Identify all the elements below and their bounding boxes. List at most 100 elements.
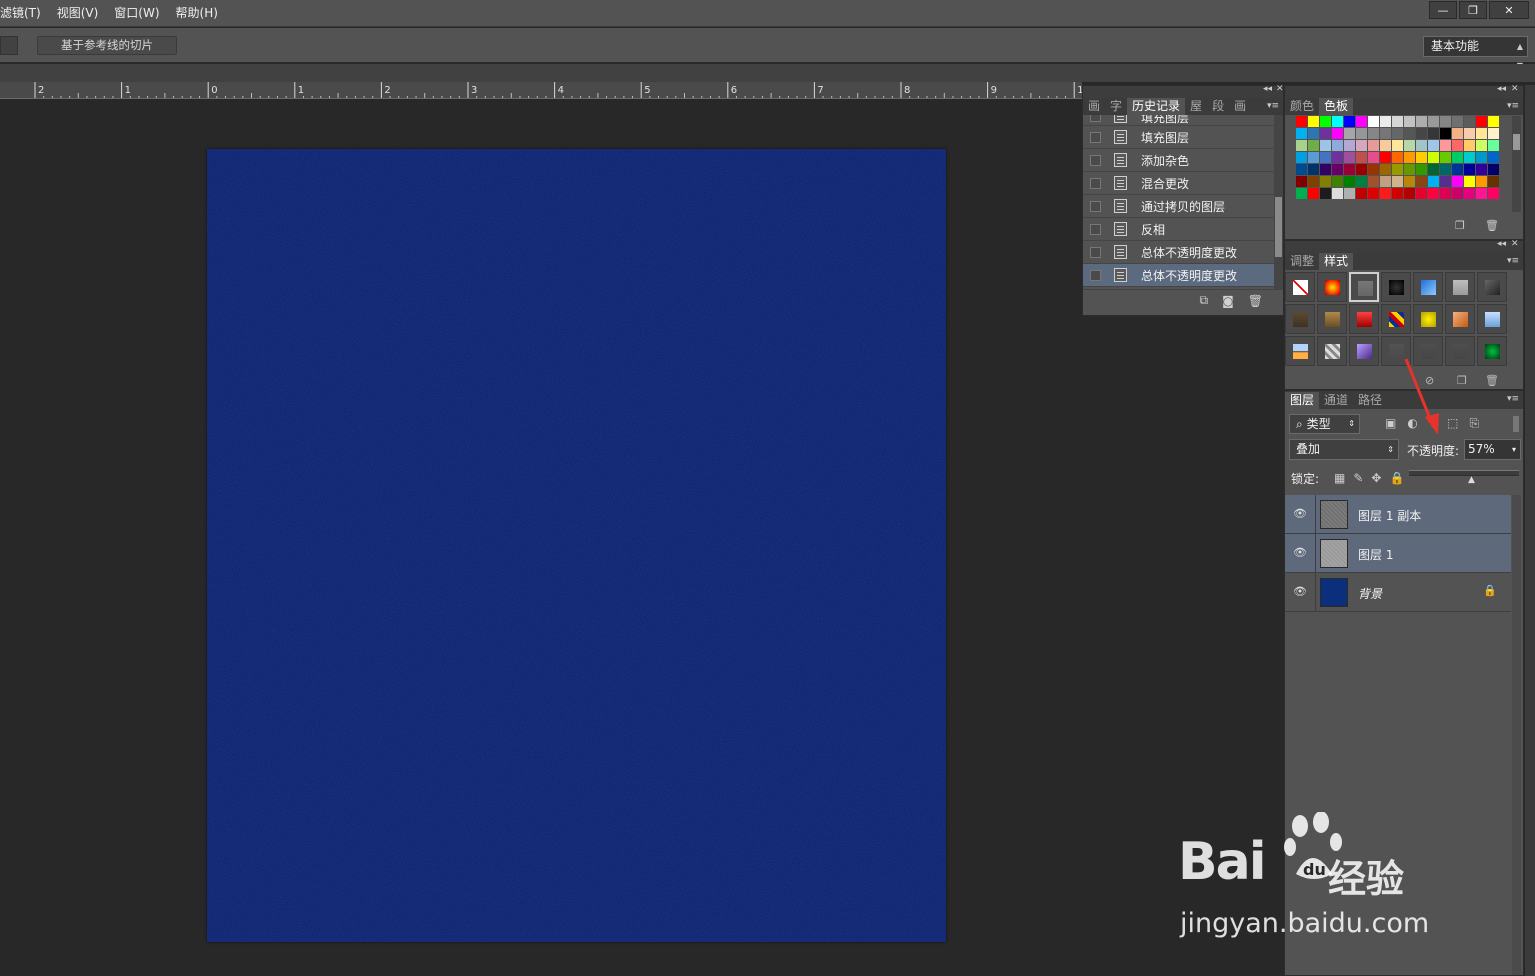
scrollbar-thumb[interactable]: [1275, 197, 1282, 257]
shape-filter-icon[interactable]: ⬚: [1447, 416, 1458, 431]
history-scrollbar[interactable]: [1274, 115, 1283, 289]
style-preset[interactable]: [1445, 272, 1475, 302]
color-swatch[interactable]: [1404, 140, 1415, 151]
color-swatch[interactable]: [1392, 164, 1403, 175]
layer-thumbnail[interactable]: [1320, 578, 1348, 607]
workspace-select[interactable]: 基本功能 ▲▼: [1423, 36, 1528, 70]
panel-menu-icon[interactable]: ▾≡: [1507, 391, 1519, 408]
panel-close-icon[interactable]: ✕: [1276, 84, 1284, 94]
color-swatch[interactable]: [1356, 164, 1367, 175]
color-swatch[interactable]: [1344, 164, 1355, 175]
tab-properties[interactable]: 屋: [1185, 98, 1207, 115]
color-swatch[interactable]: [1464, 128, 1475, 139]
lock-all-icon[interactable]: 🔒: [1389, 471, 1404, 485]
chevron-down-icon[interactable]: ▾: [1512, 440, 1516, 459]
slices-from-guides-button[interactable]: 基于参考线的切片: [37, 36, 177, 55]
panel-close-icon[interactable]: ✕: [1511, 239, 1519, 249]
style-preset[interactable]: [1381, 272, 1411, 302]
tab-paths[interactable]: 路径: [1353, 392, 1387, 409]
new-document-from-state-icon[interactable]: ⧉: [1200, 293, 1209, 308]
color-swatch[interactable]: [1488, 128, 1499, 139]
color-swatch[interactable]: [1368, 188, 1379, 199]
color-swatch[interactable]: [1332, 128, 1343, 139]
color-swatch[interactable]: [1296, 164, 1307, 175]
color-swatch[interactable]: [1440, 188, 1451, 199]
collapse-icon[interactable]: ◂◂: [1263, 84, 1272, 94]
color-swatch[interactable]: [1440, 116, 1451, 127]
color-swatch[interactable]: [1320, 176, 1331, 187]
color-swatch[interactable]: [1392, 116, 1403, 127]
color-swatch[interactable]: [1440, 140, 1451, 151]
close-button[interactable]: ✕: [1489, 1, 1529, 19]
color-swatch[interactable]: [1476, 116, 1487, 127]
style-preset[interactable]: [1317, 272, 1347, 302]
layer-name[interactable]: 图层 1: [1358, 546, 1393, 563]
tab-swatches[interactable]: 色板: [1319, 98, 1354, 115]
color-swatch[interactable]: [1416, 164, 1427, 175]
style-preset[interactable]: [1285, 304, 1315, 334]
color-swatch[interactable]: [1344, 152, 1355, 163]
history-checkbox[interactable]: [1090, 115, 1101, 122]
smart-object-filter-icon[interactable]: ⎘: [1470, 416, 1480, 431]
color-swatch[interactable]: [1440, 128, 1451, 139]
color-swatch[interactable]: [1344, 188, 1355, 199]
trash-icon[interactable]: 🗑: [1485, 219, 1499, 232]
color-swatch[interactable]: [1488, 176, 1499, 187]
style-preset[interactable]: [1349, 304, 1379, 334]
color-swatch[interactable]: [1392, 140, 1403, 151]
color-swatch[interactable]: [1356, 152, 1367, 163]
color-swatch[interactable]: [1368, 116, 1379, 127]
minimize-button[interactable]: —: [1429, 1, 1457, 19]
style-preset[interactable]: [1413, 304, 1443, 334]
color-swatch[interactable]: [1452, 140, 1463, 151]
color-swatch[interactable]: [1392, 188, 1403, 199]
color-swatch[interactable]: [1428, 140, 1439, 151]
color-swatch[interactable]: [1296, 176, 1307, 187]
collapse-icon[interactable]: ◂◂: [1497, 84, 1506, 94]
layer-name[interactable]: 图层 1 副本: [1358, 507, 1421, 524]
color-swatch[interactable]: [1392, 128, 1403, 139]
color-swatch[interactable]: [1476, 128, 1487, 139]
lock-position-icon[interactable]: ✥: [1371, 471, 1381, 485]
color-swatch[interactable]: [1368, 128, 1379, 139]
color-swatch[interactable]: [1476, 164, 1487, 175]
camera-icon[interactable]: ◙: [1222, 294, 1234, 308]
color-swatch[interactable]: [1488, 164, 1499, 175]
color-swatch[interactable]: [1488, 188, 1499, 199]
color-swatch[interactable]: [1320, 140, 1331, 151]
color-swatch[interactable]: [1320, 116, 1331, 127]
color-swatch[interactable]: [1308, 152, 1319, 163]
color-swatch[interactable]: [1452, 164, 1463, 175]
color-swatch[interactable]: [1380, 164, 1391, 175]
lock-transparency-icon[interactable]: ▦: [1334, 471, 1345, 485]
tab-paint[interactable]: 画: [1083, 98, 1105, 115]
color-swatch[interactable]: [1356, 128, 1367, 139]
color-swatch[interactable]: [1296, 188, 1307, 199]
color-swatch[interactable]: [1344, 176, 1355, 187]
list-item[interactable]: 总体不透明度更改: [1083, 241, 1283, 264]
list-item[interactable]: 反相: [1083, 218, 1283, 241]
color-swatch[interactable]: [1452, 152, 1463, 163]
tab-layers[interactable]: 图层: [1285, 392, 1320, 409]
color-swatch[interactable]: [1428, 176, 1439, 187]
swatches-scrollbar[interactable]: [1512, 116, 1521, 212]
color-swatch[interactable]: [1440, 164, 1451, 175]
color-swatch[interactable]: [1416, 188, 1427, 199]
color-swatch[interactable]: [1332, 152, 1343, 163]
layer-kind-filter[interactable]: ⌕ 类型 ⇕: [1289, 414, 1360, 434]
color-swatch[interactable]: [1404, 128, 1415, 139]
color-swatch[interactable]: [1332, 188, 1343, 199]
trash-icon[interactable]: 🗑: [1248, 294, 1263, 308]
color-swatch[interactable]: [1356, 188, 1367, 199]
color-swatch[interactable]: [1476, 188, 1487, 199]
color-swatch[interactable]: [1488, 152, 1499, 163]
tab-adjustments[interactable]: 调整: [1285, 253, 1319, 270]
layer-row[interactable]: 👁 图层 1 副本: [1285, 495, 1511, 534]
tab-color[interactable]: 颜色: [1285, 98, 1319, 115]
color-swatch[interactable]: [1320, 188, 1331, 199]
tab-character[interactable]: 字: [1105, 98, 1127, 115]
color-swatch[interactable]: [1452, 128, 1463, 139]
panel-close-icon[interactable]: ✕: [1511, 84, 1519, 94]
color-swatch[interactable]: [1356, 176, 1367, 187]
style-preset[interactable]: [1285, 272, 1315, 302]
